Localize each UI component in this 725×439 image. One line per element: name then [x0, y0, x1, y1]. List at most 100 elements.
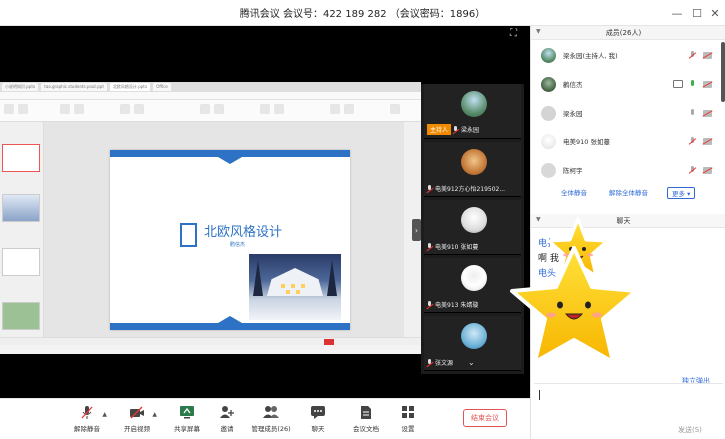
shared-screen: 小说明知识.pptx tao.graphic.students.pout.ppt… — [0, 82, 421, 354]
slide-square — [180, 223, 197, 247]
avatar — [461, 207, 487, 233]
slide: 北欧风格设计 鹳信杰 — [110, 150, 350, 330]
unmute-all-button[interactable]: 解除全体静音 — [609, 187, 648, 197]
manage-members-button[interactable]: 管理成员(26) — [248, 402, 294, 438]
collapse-video-icon[interactable]: › — [412, 219, 421, 241]
slide-thumbnail — [2, 302, 40, 330]
shared-tab: 小说明知识.pptx — [2, 83, 39, 91]
mic-on-icon[interactable] — [689, 80, 696, 89]
meeting-docs-button[interactable]: 会议文档 — [343, 402, 389, 438]
video-name: 电美912方心怡219502... — [435, 186, 506, 193]
camera-off-icon[interactable] — [703, 138, 712, 145]
mic-muted-icon — [427, 243, 433, 250]
member-name: 鹳信杰 — [563, 81, 583, 89]
members-icon — [262, 404, 280, 420]
chat-input[interactable] — [534, 383, 723, 421]
video-name: 梁永园 — [461, 127, 480, 134]
video-tile[interactable]: 电美913 朱婧璇 — [424, 258, 521, 313]
mic-muted-icon[interactable] — [689, 51, 696, 60]
add-user-icon — [218, 404, 236, 420]
minimize-icon[interactable]: — — [668, 4, 686, 22]
avatar — [541, 105, 556, 121]
camera-off-icon[interactable] — [703, 167, 712, 174]
member-actions: 全体静音 解除全体静音 更多 ▾ — [531, 186, 725, 200]
members-header[interactable]: ▼ 成员(26人) — [531, 26, 725, 40]
start-video-label: 开启视频 — [124, 425, 150, 433]
shared-statusbar — [0, 337, 421, 345]
chat-message: 啊 我 — [538, 254, 559, 264]
slide-author: 鹳信杰 — [230, 242, 246, 248]
invite-label: 邀请 — [220, 425, 234, 433]
members-title: 成员(26人) — [605, 29, 642, 37]
camera-off-icon[interactable] — [703, 52, 712, 59]
maximize-icon[interactable]: ☐ — [688, 4, 706, 22]
shared-ribbon — [0, 100, 421, 122]
members-scrollbar[interactable] — [721, 42, 725, 102]
end-meeting-button[interactable]: 结束会议 — [463, 409, 507, 427]
mic-muted-icon[interactable] — [689, 137, 696, 146]
video-column: 主持人 梁永园 电美912方心怡219502... 电美910 张如蔓 电美913… — [421, 84, 524, 374]
screen-share-icon — [673, 80, 683, 88]
avatar — [541, 133, 556, 149]
chat-icon — [309, 404, 327, 420]
fullscreen-icon[interactable]: ⛶ — [510, 28, 517, 39]
house-image — [249, 254, 341, 320]
video-name: 电美913 朱婧璇 — [435, 302, 479, 309]
member-row[interactable]: 陈柯宇 — [531, 159, 719, 181]
avatar — [461, 91, 487, 117]
member-row[interactable]: 鹳信杰 — [531, 73, 719, 95]
send-button[interactable]: 发送(S) — [678, 425, 702, 435]
chat-title: 聊天 — [616, 217, 631, 225]
member-name: 梁永园(主持人, 我) — [563, 52, 618, 60]
avatar — [541, 47, 556, 63]
slide-title: 北欧风格设计 — [204, 225, 283, 240]
shared-tabs: 小说明知识.pptx tao.graphic.students.pout.ppt… — [0, 82, 421, 92]
meeting-toolbar: 解除静音 ▲ 开启视频 ▲ 共享屏幕 邀请 管理成员(26) 聊天 会议文档 设… — [0, 398, 530, 439]
member-row[interactable]: 梁永园 — [531, 102, 719, 124]
shared-tab: Office — [153, 83, 171, 91]
chevron-down-icon[interactable]: ⌄ — [468, 358, 475, 367]
camera-off-icon[interactable] — [703, 81, 712, 88]
chat-sender: 电头 — [538, 269, 557, 279]
invite-button[interactable]: 邀请 — [204, 402, 250, 438]
slide-thumbnail — [2, 144, 40, 172]
caret-up-icon[interactable]: ▲ — [102, 411, 107, 418]
title-bar: 腾讯会议 会议号：422 189 282 （会议密码：1896） — ☐ ✕ — [0, 0, 725, 26]
unmute-button[interactable]: 解除静音 ▲ — [64, 402, 110, 438]
avatar — [461, 149, 487, 175]
avatar — [541, 76, 556, 92]
member-row[interactable]: 电美910 张如蔓 — [531, 130, 719, 152]
chat-area: 电扌 啊 我 电头 — [531, 234, 725, 394]
shared-tab: 北欧风格设计.pptx — [109, 83, 151, 91]
video-tile[interactable]: 电美910 张如蔓 — [424, 200, 521, 255]
more-button[interactable]: 更多 ▾ — [667, 187, 696, 199]
window-title: 腾讯会议 会议号：422 189 282 （会议密码：1896） — [239, 9, 486, 20]
share-screen-label: 共享屏幕 — [174, 425, 200, 433]
member-row[interactable]: 梁永园(主持人, 我) — [531, 44, 719, 66]
member-name: 电美910 张如蔓 — [563, 138, 610, 146]
camera-off-icon — [128, 404, 146, 420]
settings-grid-icon — [399, 404, 417, 420]
chat-sender: 电扌 — [538, 239, 557, 249]
member-name: 陈柯宇 — [563, 167, 583, 175]
mic-muted-icon — [78, 404, 96, 420]
avatar — [541, 162, 556, 178]
caret-up-icon[interactable]: ▲ — [152, 411, 157, 418]
close-icon[interactable]: ✕ — [706, 4, 724, 22]
settings-label: 设置 — [401, 425, 415, 433]
video-tile[interactable]: 电美912方心怡219502... — [424, 142, 521, 197]
mic-icon[interactable] — [689, 109, 696, 118]
chat-button[interactable]: 聊天 — [295, 402, 341, 438]
chat-label: 聊天 — [311, 425, 325, 433]
unmute-label: 解除静音 — [74, 425, 100, 433]
shared-menubar — [0, 92, 421, 100]
slide-thumbnail — [2, 248, 40, 276]
mute-all-button[interactable]: 全体静音 — [561, 187, 587, 197]
mic-muted-icon[interactable] — [689, 166, 696, 175]
camera-off-icon[interactable] — [703, 110, 712, 117]
start-video-button[interactable]: 开启视频 ▲ — [114, 402, 160, 438]
settings-button[interactable]: 设置 — [385, 402, 431, 438]
slide-thumbnail — [2, 194, 40, 222]
chat-header[interactable]: ▼ 聊天 — [531, 214, 725, 228]
video-tile[interactable]: 主持人 梁永园 — [424, 84, 521, 139]
